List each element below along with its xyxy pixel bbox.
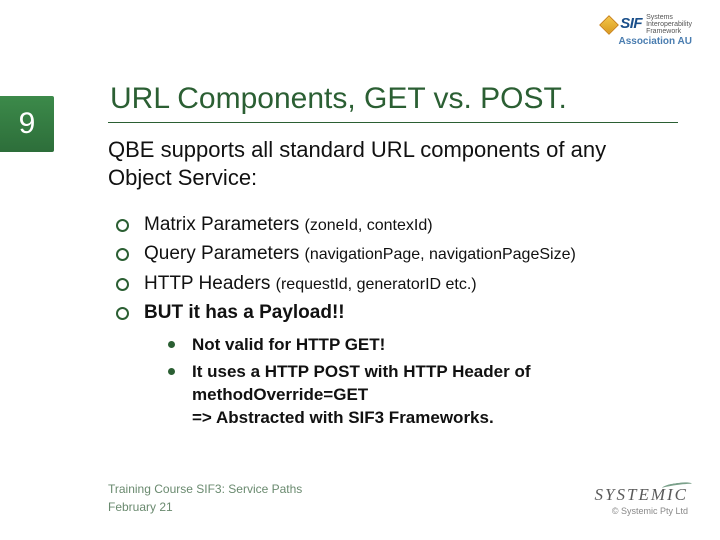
footer-right: SYSTEMIC © Systemic Pty Ltd bbox=[595, 485, 688, 516]
slide-title: URL Components, GET vs. POST. bbox=[110, 82, 567, 116]
bullet-params: (navigationPage, navigationPageSize) bbox=[305, 246, 576, 263]
bullet-params: (requestId, generatorID etc.) bbox=[276, 276, 477, 293]
bullet-label: HTTP Headers bbox=[144, 273, 276, 294]
bullet-label: Matrix Parameters bbox=[144, 214, 304, 235]
bullet-params: (zoneId, contexId) bbox=[304, 217, 432, 234]
footer-line2: February 21 bbox=[108, 498, 302, 516]
bullet-label: BUT it has a Payload!! bbox=[144, 302, 345, 323]
page-number: 9 bbox=[19, 107, 36, 141]
sub-bullet-list: Not valid for HTTP GET! It uses a HTTP P… bbox=[146, 334, 678, 430]
bullet-list: Matrix Parameters (zoneId, contexId) Que… bbox=[108, 210, 678, 434]
header-logo: SIF Systems Interoperability Framework A… bbox=[602, 14, 692, 47]
bullet-label: Query Parameters bbox=[144, 243, 305, 264]
footer-line1: Training Course SIF3: Service Paths bbox=[108, 480, 302, 498]
logo-association: Association AU bbox=[602, 36, 692, 47]
slide: SIF Systems Interoperability Framework A… bbox=[0, 0, 720, 540]
sub-list-item: Not valid for HTTP GET! bbox=[146, 334, 678, 357]
lead-text: QBE supports all standard URL components… bbox=[108, 136, 668, 191]
sub-list-item: It uses a HTTP POST with HTTP Header of … bbox=[146, 361, 678, 430]
list-item: Query Parameters (navigationPage, naviga… bbox=[108, 239, 678, 268]
footer-copyright: © Systemic Pty Ltd bbox=[595, 506, 688, 516]
list-item: BUT it has a Payload!! Not valid for HTT… bbox=[108, 298, 678, 429]
title-rule bbox=[108, 122, 678, 123]
footer-brand: SYSTEMIC bbox=[595, 485, 688, 505]
list-item: Matrix Parameters (zoneId, contexId) bbox=[108, 210, 678, 239]
logo-sub: Systems Interoperability Framework bbox=[646, 14, 692, 35]
list-item: HTTP Headers (requestId, generatorID etc… bbox=[108, 269, 678, 298]
page-number-badge: 9 bbox=[0, 96, 54, 152]
diamond-icon bbox=[599, 15, 619, 35]
footer-left: Training Course SIF3: Service Paths Febr… bbox=[108, 480, 302, 516]
logo-brand: SIF bbox=[620, 16, 642, 33]
